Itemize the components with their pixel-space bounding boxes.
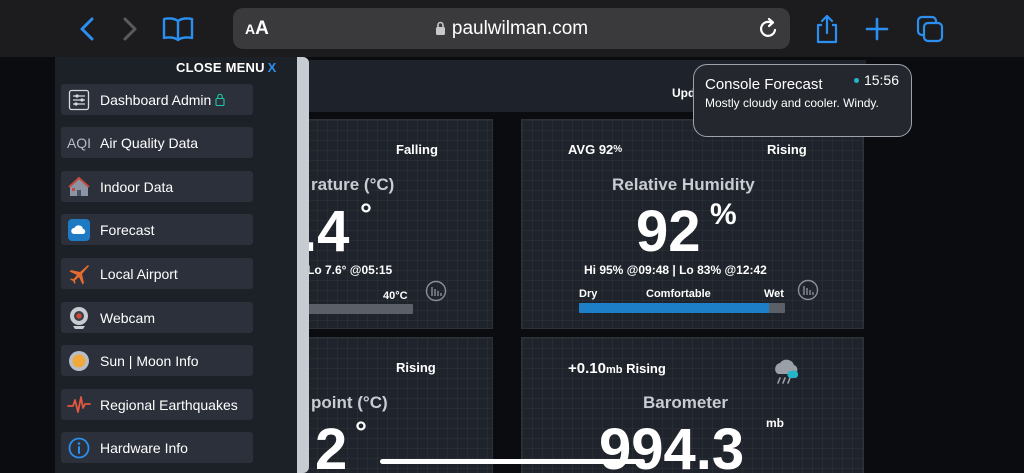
aqi-icon: AQI [66,134,92,151]
menu-item-indoor-data[interactable]: Indoor Data [61,171,253,202]
temperature-hilo: Lo 7.6° @05:15 [307,263,393,277]
humidity-bar-wet: Wet [764,288,784,300]
close-icon: X [267,60,277,75]
popup-time: 15:56 [853,72,899,88]
dewpoint-unit: ° [355,416,367,449]
humidity-hilo: Hi 95% @09:48 | Lo 83% @12:42 [584,263,767,277]
reload-icon[interactable] [758,17,780,40]
barometer-value: 994.3 [599,417,745,473]
menu-item-webcam[interactable]: Webcam [61,302,253,333]
humidity-avg: AVG 92% [568,142,623,157]
humidity-bar [579,303,785,313]
temperature-card[interactable]: Falling rature (°C) .4 ° Lo 7.6° @05:15 … [296,119,493,329]
humidity-bar-dry: Dry [579,288,598,300]
popup-title: Console Forecast [705,76,823,93]
menu-edge-handle[interactable] [297,57,309,473]
sliders-icon [61,84,97,115]
share-icon [816,14,838,44]
status-dot-icon [853,78,859,83]
chevron-left-icon [80,17,94,41]
dewpoint-value: 2 [315,417,348,473]
barometer-unit: mb [766,416,784,430]
earthquake-icon [61,389,97,420]
menu-item-sun-moon[interactable]: Sun | Moon Info [61,345,253,376]
tabs-button[interactable] [913,12,947,46]
humidity-value: 92 [636,199,701,264]
sun-icon [61,345,97,376]
info-icon [61,432,97,463]
dewpoint-title: point (°C) [311,393,388,412]
menu-item-earthquakes[interactable]: Regional Earthquakes [61,389,253,420]
plus-icon [865,17,889,41]
browser-toolbar: AA paulwilman.com [0,0,1024,57]
tabs-icon [916,15,944,43]
cloud-icon [61,214,97,245]
close-menu-button[interactable]: CLOSE MENU X [176,60,277,75]
share-button[interactable] [810,12,844,46]
barometer-card[interactable]: +0.10mb Rising Barometer 994.3 mb [521,337,864,473]
temperature-unit: ° [360,198,372,231]
popup-body: Mostly cloudy and cooler. Windy. [705,96,879,110]
updated-label: Upd [672,86,696,100]
rain-cloud-icon [775,359,799,384]
dewpoint-card[interactable]: Rising point (°C) 2 ° [296,337,493,473]
url-text: paulwilman.com [233,18,790,40]
humidity-card[interactable]: AVG 92% Rising Relative Humidity 92 % Hi… [521,119,864,329]
barometer-title: Barometer [643,393,729,412]
address-bar[interactable]: AA paulwilman.com [233,8,790,49]
barometer-trend: +0.10mb Rising [568,360,666,377]
menu-item-dashboard-admin[interactable]: Dashboard Admin [61,84,253,115]
temperature-bar-max: 40°C [383,290,408,302]
screen: AA paulwilman.com Upd Falling rature (°C… [0,0,1024,473]
house-icon [61,171,97,202]
side-menu: CLOSE MENU X Dashboard Admin AQI Air Qual… [55,57,297,473]
airplane-icon [61,258,97,289]
bookmarks-button[interactable] [161,12,195,46]
humidity-unit: % [710,198,737,231]
forward-button[interactable] [113,12,147,46]
chevron-right-icon [123,17,137,41]
console-forecast-popup[interactable]: Console Forecast 15:56 Mostly cloudy and… [693,64,912,137]
humidity-trend: Rising [767,142,807,157]
new-tab-button[interactable] [860,12,894,46]
humidity-bar-fill [579,303,769,313]
padlock-icon [215,93,225,106]
webcam-icon [61,302,97,333]
back-button[interactable] [70,12,104,46]
humidity-title: Relative Humidity [612,175,755,194]
dewpoint-trend: Rising [396,360,436,375]
home-indicator[interactable] [380,459,645,464]
chart-icon[interactable] [425,280,447,302]
book-icon [162,17,194,42]
temperature-title: rature (°C) [311,175,395,194]
temperature-trend: Falling [396,142,438,157]
temperature-bar [297,304,413,314]
menu-item-hardware-info[interactable]: Hardware Info [61,432,253,463]
humidity-bar-comfortable: Comfortable [646,288,711,300]
chart-icon[interactable] [797,279,819,301]
menu-item-air-quality[interactable]: AQI Air Quality Data [61,127,253,158]
lock-icon [435,21,445,35]
menu-item-forecast[interactable]: Forecast [61,214,253,245]
menu-item-local-airport[interactable]: Local Airport [61,258,253,289]
